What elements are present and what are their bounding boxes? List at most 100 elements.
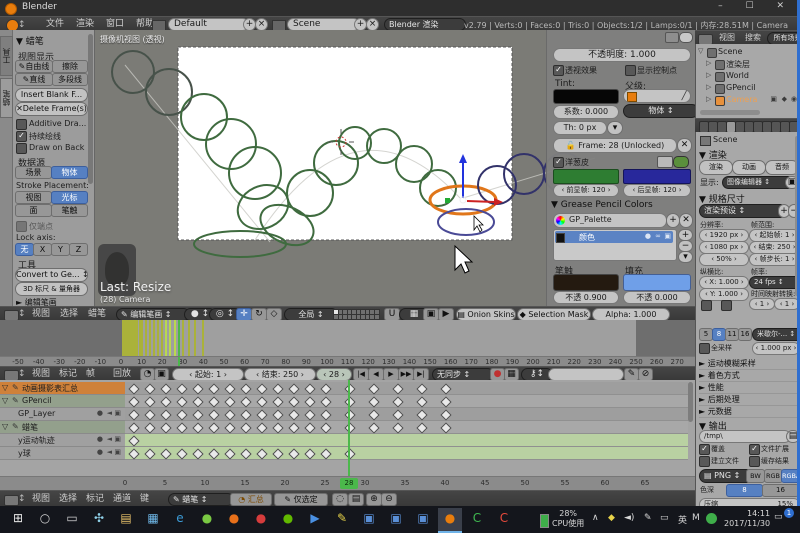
placement-0[interactable]: 视图	[15, 191, 52, 204]
pen-icon[interactable]: ✎	[644, 513, 652, 523]
keyframe-diamond[interactable]	[320, 422, 331, 433]
keyframe-diamond[interactable]	[416, 422, 427, 433]
keyframe-diamond[interactable]	[192, 448, 203, 459]
fill-opacity-slider[interactable]: 不透 0.000	[623, 291, 691, 304]
show-points-checkbox[interactable]	[625, 65, 636, 76]
dope-mode-dropdown[interactable]: ✎ 蜡笔 ↕	[168, 493, 234, 506]
outliner-row-4[interactable]: ▷Camera◉◆▣	[696, 94, 800, 105]
taskbar-app-app-red-c[interactable]: C	[492, 508, 516, 531]
out-checkbox-1[interactable]: ✓	[749, 444, 760, 455]
taskbar-app-fan-app[interactable]: ✣	[87, 508, 111, 531]
dope-channel-3[interactable]: ▽✎蜡笔	[0, 421, 125, 434]
keyframe-diamond[interactable]	[344, 448, 355, 459]
keyframe-diamond[interactable]	[240, 383, 251, 394]
keyframe-diamond[interactable]	[392, 422, 403, 433]
layer-opacity-slider[interactable]: 不透明度: 1.000	[553, 48, 691, 62]
out-check-row-2[interactable]: 建立文件	[699, 456, 747, 466]
line-button[interactable]: ✎直线	[15, 73, 53, 86]
timeline-keyframe-line[interactable]	[153, 320, 155, 356]
timeline-keyframe-line[interactable]	[188, 320, 190, 356]
outliner-row-0[interactable]: ▽Scene	[696, 46, 800, 57]
palette-field[interactable]: GP_Palette	[553, 213, 667, 228]
keyframe-diamond[interactable]	[304, 422, 315, 433]
keyframe-diamond[interactable]	[440, 396, 451, 407]
aa-samples-8[interactable]: 8	[712, 328, 726, 341]
channel-lock-icon[interactable]: ▣	[114, 435, 121, 443]
thickness-field[interactable]: Th: 0 px	[553, 121, 607, 135]
channel-mute-icon[interactable]: ●	[97, 409, 103, 417]
remap-field-0[interactable]: ‹ 1 ›	[749, 298, 775, 310]
keyframe-diamond[interactable]	[192, 396, 203, 407]
keyframe-diamond[interactable]	[192, 383, 203, 394]
keyframe-diamond[interactable]	[320, 409, 331, 420]
menu-1[interactable]: 渲染	[72, 17, 98, 31]
keyframe-diamond[interactable]	[392, 396, 403, 407]
render-animation-button[interactable]: 动画	[732, 160, 766, 175]
keyframe-diamond[interactable]	[144, 383, 155, 394]
outliner-row-1[interactable]: ▷渲染层	[696, 58, 800, 69]
full-sample-checkbox[interactable]	[699, 343, 710, 354]
timeline-keyframe-line[interactable]	[174, 320, 176, 356]
onion-after-color[interactable]	[623, 169, 691, 184]
keyframe-diamond[interactable]	[224, 383, 235, 394]
keyframe-diamond[interactable]	[240, 448, 251, 459]
frame-delete-button[interactable]: ✕	[677, 138, 692, 153]
keyframe-diamond[interactable]	[128, 422, 139, 433]
tray-expand-caret[interactable]: ∧	[592, 513, 599, 523]
ghost-filter-icon[interactable]: ▤	[348, 493, 364, 506]
outliner-hscrollbar[interactable]	[700, 110, 760, 115]
keyframe-diamond[interactable]	[224, 422, 235, 433]
battery-icon[interactable]	[540, 514, 549, 528]
keyframe-diamond[interactable]	[344, 409, 355, 420]
timeline-keyframe-line[interactable]	[169, 320, 171, 356]
keyframe-diamond[interactable]	[128, 409, 139, 420]
editor-type-icon-dopesheet[interactable]	[4, 495, 19, 506]
placement-3[interactable]: 笔触	[51, 204, 88, 217]
keyframe-diamond[interactable]	[272, 448, 283, 459]
view-menu-0[interactable]: 视图	[28, 307, 54, 321]
aa-size-field[interactable]: ‹ 1.000 px ›	[752, 342, 800, 355]
timeline-menu-2[interactable]: 帧	[82, 367, 99, 381]
onion-before-color[interactable]	[553, 169, 619, 184]
ime-language[interactable]: 英	[678, 513, 687, 526]
editor-type-arrow[interactable]: ↕	[18, 309, 26, 319]
keyframe-diamond[interactable]	[344, 383, 355, 394]
timeline-keyframe-line[interactable]	[165, 320, 167, 356]
timeline-keyframe-line[interactable]	[161, 320, 163, 356]
keyframe-diamond[interactable]	[256, 383, 267, 394]
erase-button[interactable]: 擦除	[52, 60, 88, 73]
keyframe-diamond[interactable]	[288, 396, 299, 407]
taskbar-app-browser-360[interactable]: ●	[195, 508, 219, 531]
keyframe-diamond[interactable]	[256, 422, 267, 433]
check-row-2[interactable]: Draw on Back	[16, 142, 90, 153]
channels-BW[interactable]: BW	[746, 469, 765, 483]
out-check-row-1[interactable]: ✓文件扩展	[749, 444, 797, 454]
taskbar-app-firefox[interactable]: ●	[222, 508, 246, 531]
toolshelf-tab-0[interactable]: 工具	[0, 36, 13, 76]
dope-channel-0[interactable]: ▽✎动画摄影表汇总	[0, 382, 125, 395]
keyframe-diamond[interactable]	[256, 396, 267, 407]
outliner-menu-1[interactable]: 搜索	[741, 31, 765, 45]
keyframe-diamond[interactable]	[304, 409, 315, 420]
keyframe-diamond[interactable]	[368, 396, 379, 407]
timeline-current-frame-line[interactable]	[178, 320, 180, 356]
keyframe-diamond[interactable]	[208, 448, 219, 459]
channel-expand-arrow[interactable]: ▽	[2, 422, 8, 431]
volume-icon[interactable]: ◄)	[624, 513, 634, 523]
taskbar-app-blender[interactable]: ●	[438, 508, 462, 533]
check-row-1[interactable]: ✓持续绘线	[16, 130, 90, 141]
grid-toggle-icon[interactable]	[665, 32, 679, 43]
endpoints-row[interactable]: 仅端点	[16, 220, 90, 231]
taskbar-app-media-player[interactable]: ▶	[303, 508, 327, 531]
checkbox-1[interactable]: ✓	[16, 131, 27, 142]
onion-checkbox[interactable]: ✓	[553, 157, 564, 168]
only-selected-toggle[interactable]: ✎ 仅选定	[274, 493, 328, 506]
placement-2[interactable]: 面	[15, 204, 52, 217]
render-presets-dropdown[interactable]: 渲染预设 ↕	[699, 204, 787, 218]
out-check-row-0[interactable]: ✓覆盖	[699, 444, 747, 454]
dope-scrollbar[interactable]	[688, 382, 693, 422]
dope-menu-3[interactable]: 通道	[109, 492, 135, 506]
dope-menu-2[interactable]: 标记	[82, 492, 108, 506]
taskbar-app-qq[interactable]: ●	[249, 508, 273, 531]
taskbar-app-store[interactable]: ▦	[141, 508, 165, 531]
